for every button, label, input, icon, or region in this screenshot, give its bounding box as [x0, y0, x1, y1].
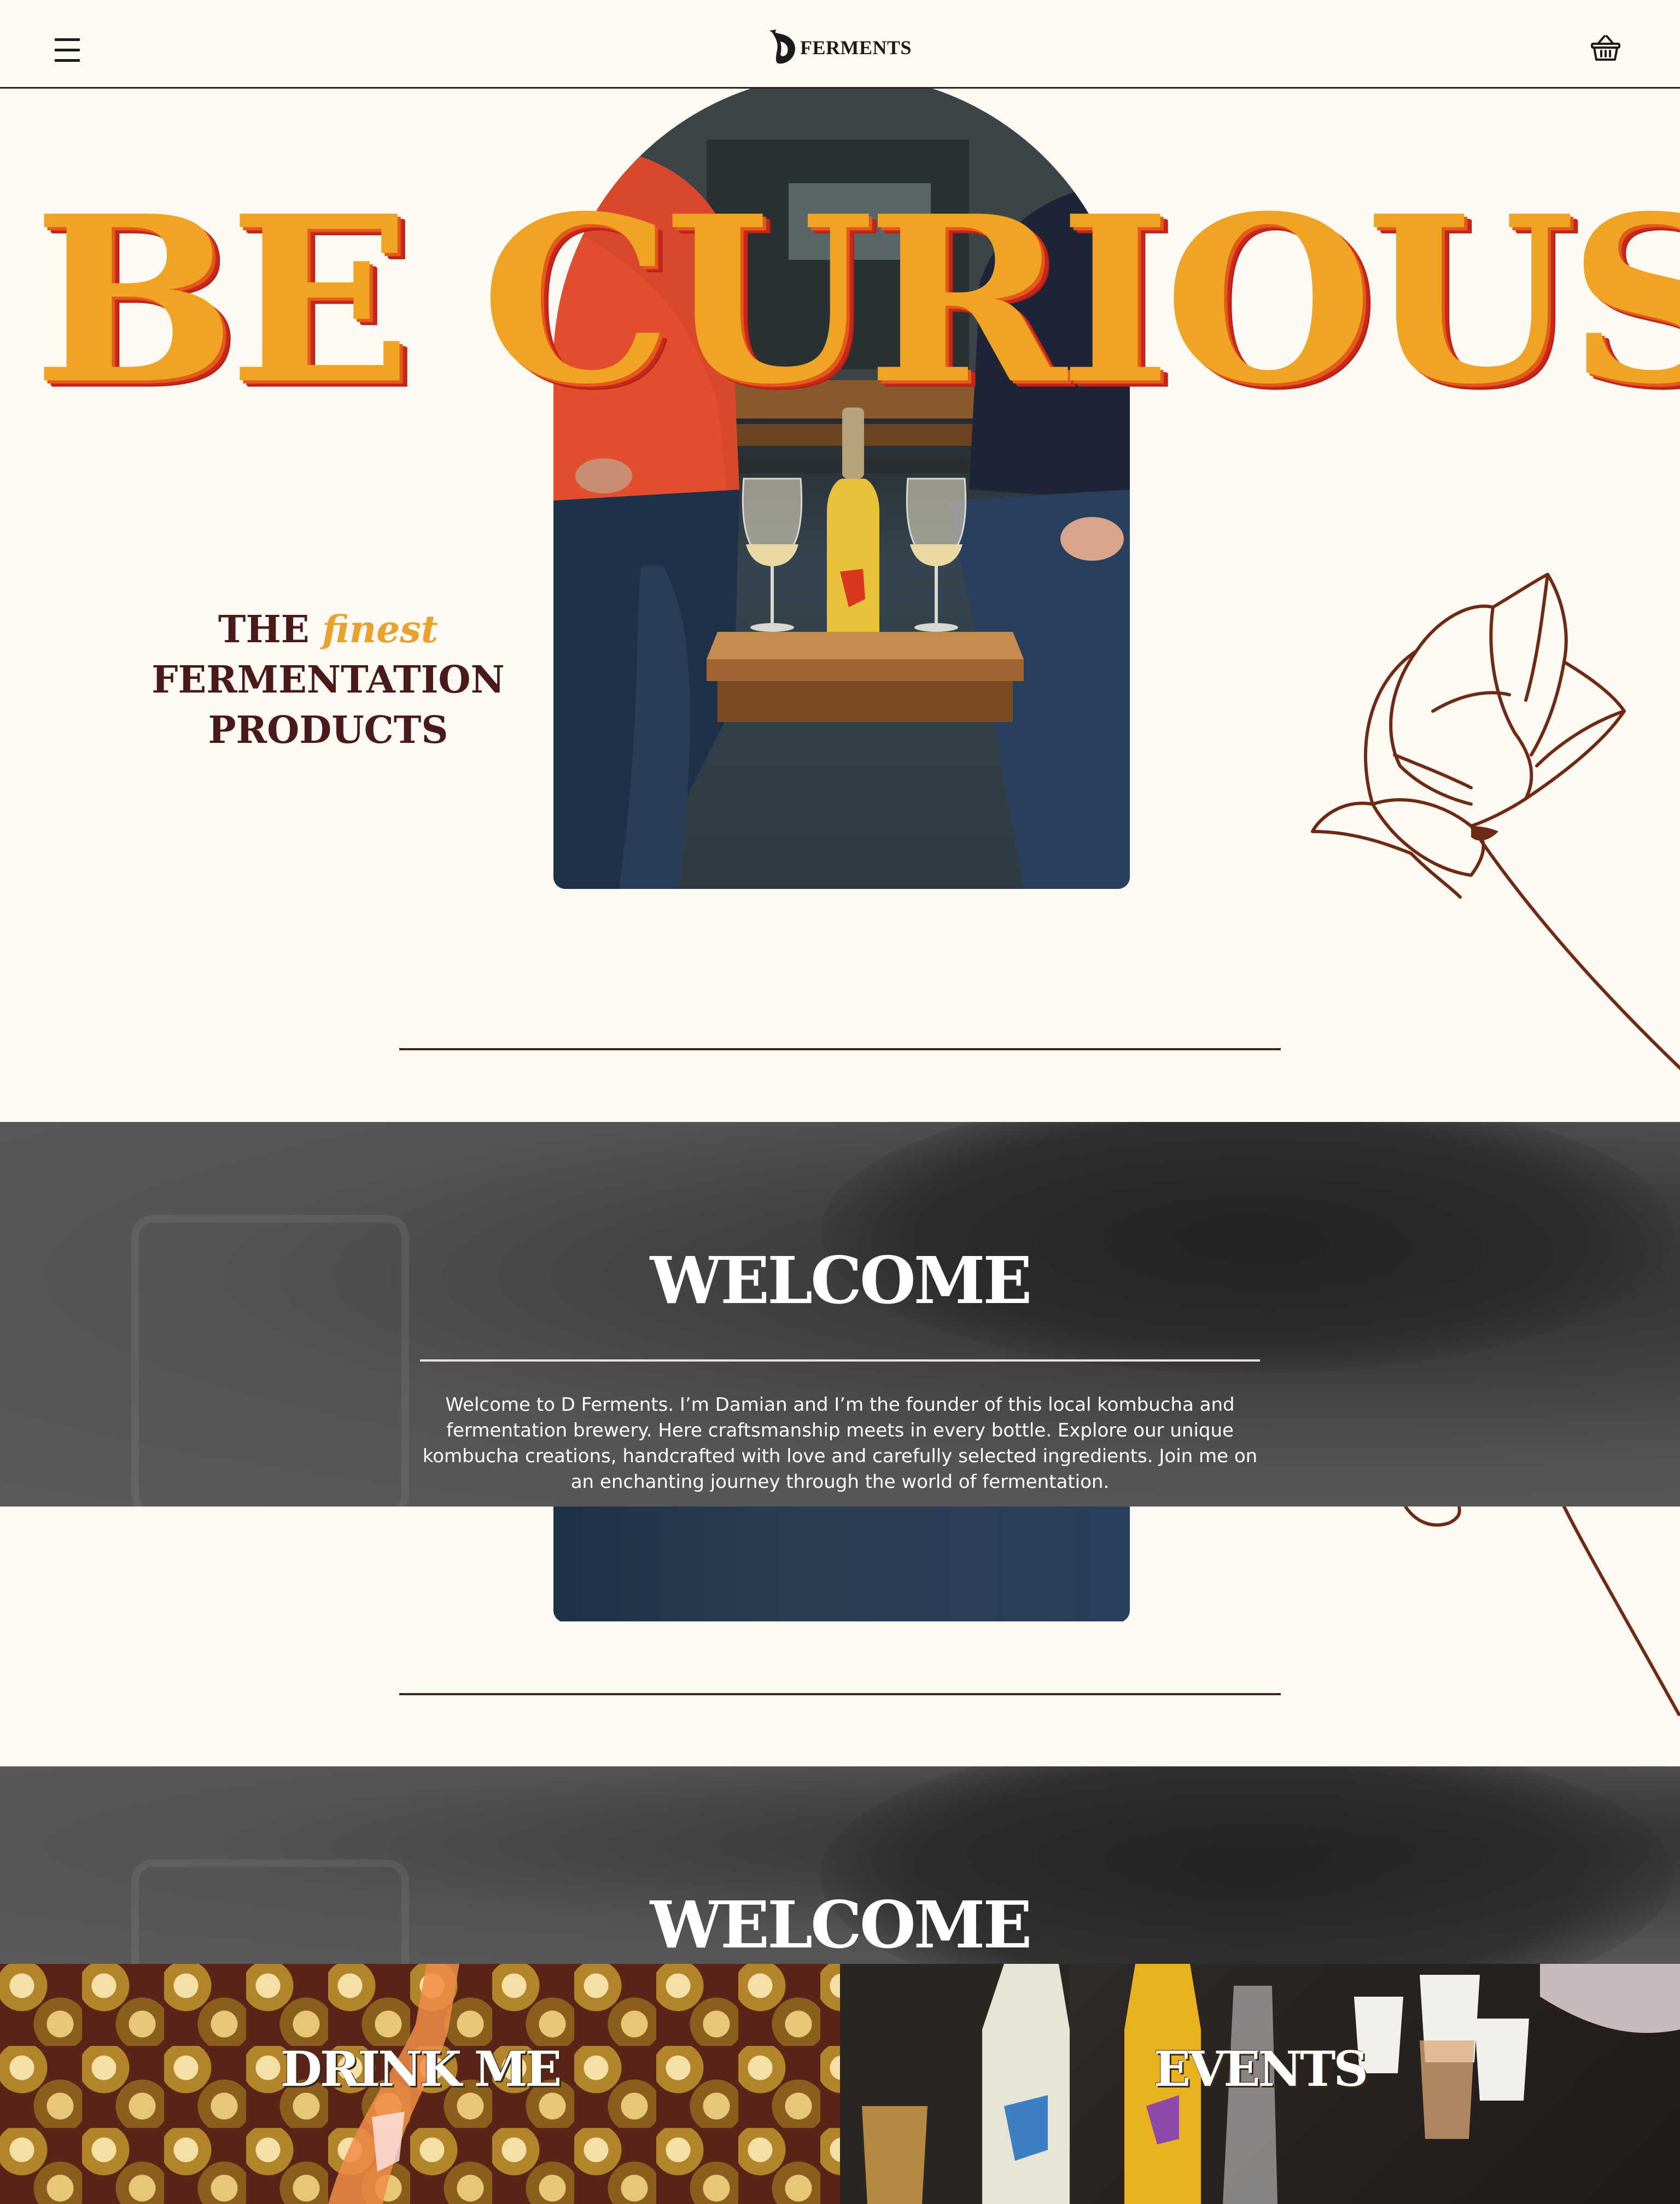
menu-bar-icon: [55, 59, 80, 62]
welcome-title: WELCOME: [650, 1242, 1032, 1318]
tagline-the: THE: [218, 608, 310, 652]
menu-bar-icon: [55, 38, 80, 41]
events-label: EVENTS: [1154, 2040, 1368, 2097]
basket-icon: [1591, 35, 1620, 61]
tagline-line-3: PRODUCTS: [208, 708, 448, 752]
tagline-finest: finest: [322, 608, 439, 652]
site-header: FERMENTS: [0, 0, 1680, 89]
welcome-section-repeat: WELCOME: [0, 1766, 1680, 1964]
welcome-text: Welcome to D Ferments. I’m Damian and I’…: [422, 1394, 1258, 1493]
drink-me-label: DRINK ME: [280, 2040, 562, 2097]
hamburger-menu-button[interactable]: [55, 38, 80, 62]
hero-title: BE CURIOUS: [33, 165, 1680, 435]
section-divider: [399, 1693, 1281, 1695]
menu-bar-icon: [55, 49, 80, 51]
welcome-title: WELCOME: [650, 1887, 1032, 1963]
tagline-line-1: THE finest: [137, 604, 520, 655]
events-tile[interactable]: EVENTS: [840, 1964, 1680, 2204]
d-logo-icon: [769, 30, 795, 64]
flower-illustration-icon: [1311, 573, 1680, 1071]
hero-photo-repeat: [553, 1507, 1130, 1623]
site-logo[interactable]: FERMENTS: [768, 28, 912, 67]
welcome-section: WELCOME Welcome to D Ferments. I’m Damia…: [0, 1122, 1680, 1507]
tagline-line-2: FERMENTATION: [151, 658, 505, 702]
cart-button[interactable]: [1590, 34, 1621, 62]
welcome-divider: [420, 1359, 1260, 1362]
flower-stem-icon: [1404, 1507, 1680, 1716]
drink-me-tile[interactable]: DRINK ME: [0, 1964, 840, 2204]
logo-text: FERMENTS: [800, 37, 912, 59]
section-divider: [399, 1048, 1281, 1050]
hero-tagline: THE finest FERMENTATION PRODUCTS: [137, 604, 520, 755]
